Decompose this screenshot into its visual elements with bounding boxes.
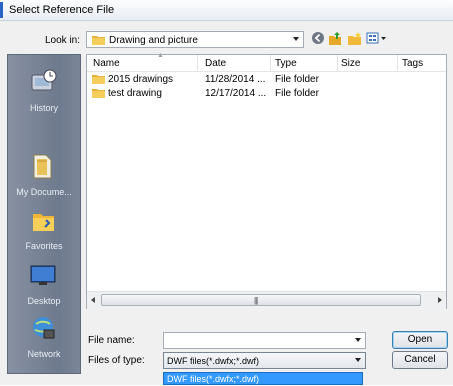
- cell-date: 11/28/2014 ...: [205, 74, 266, 85]
- filetype-value: DWF files(*.dwfx;*.dwf): [167, 356, 260, 366]
- folder-icon: [92, 73, 105, 87]
- back-icon[interactable]: [311, 31, 325, 49]
- views-menu-icon[interactable]: [366, 31, 388, 49]
- scrollbar-thumb[interactable]: |||: [101, 294, 421, 306]
- scroll-left-icon[interactable]: [91, 297, 95, 303]
- place-label: History: [29, 103, 58, 113]
- horizontal-scrollbar[interactable]: |||: [87, 291, 446, 309]
- list-header: Name ▲ Date Type Size Tags: [87, 52, 446, 72]
- cell-type: File folder: [275, 74, 319, 85]
- favorites-icon: [28, 205, 58, 237]
- place-label: Favorites: [25, 241, 63, 251]
- up-folder-icon[interactable]: [328, 31, 343, 49]
- col-date[interactable]: Date: [205, 58, 226, 69]
- filename-label: File name:: [88, 335, 135, 346]
- column-divider[interactable]: [337, 55, 338, 71]
- chevron-down-icon[interactable]: [293, 37, 299, 41]
- new-folder-icon[interactable]: [347, 31, 363, 49]
- col-size[interactable]: Size: [341, 58, 360, 69]
- col-tags[interactable]: Tags: [402, 58, 423, 69]
- desktop-icon: [28, 260, 58, 292]
- folder-icon: [92, 87, 105, 101]
- col-name[interactable]: Name: [93, 58, 120, 69]
- my-documents-icon: [28, 151, 58, 183]
- filetype-dropdown-option[interactable]: DWF files(*.dwfx;*.dwf): [163, 372, 363, 385]
- lookin-value: Drawing and picture: [109, 35, 198, 46]
- col-type[interactable]: Type: [275, 58, 297, 69]
- table-row[interactable]: test drawing 12/17/2014 ... File folder: [87, 86, 446, 101]
- filename-input[interactable]: [163, 332, 366, 349]
- filetype-label: Files of type:: [88, 355, 145, 366]
- file-list[interactable]: Name ▲ Date Type Size Tags 2015 drawings…: [86, 52, 447, 309]
- file-dialog: Look in: Drawing and picture History My: [0, 21, 453, 385]
- cell-name: 2015 drawings: [108, 74, 174, 85]
- cell-name: test drawing: [108, 88, 162, 99]
- cancel-button[interactable]: Cancel: [392, 351, 448, 369]
- folder-icon: [92, 34, 105, 48]
- places-bar: History My Docume... Favorites Desktop N…: [7, 54, 81, 374]
- open-button[interactable]: Open: [392, 331, 448, 349]
- cell-type: File folder: [275, 88, 319, 99]
- lookin-label: Look in:: [45, 35, 81, 46]
- window-title: Select Reference File: [9, 4, 115, 16]
- place-label: My Docume...: [16, 187, 72, 197]
- history-icon: [28, 67, 58, 99]
- table-row[interactable]: 2015 drawings 11/28/2014 ... File folder: [87, 72, 446, 87]
- grip-icon: |||: [254, 296, 258, 305]
- title-accent: [0, 2, 3, 18]
- place-label: Network: [27, 349, 61, 359]
- network-icon: [28, 313, 58, 345]
- lookin-combo[interactable]: Drawing and picture: [86, 31, 304, 48]
- filetype-select[interactable]: DWF files(*.dwfx;*.dwf): [163, 352, 366, 369]
- sort-ascending-icon: ▲: [157, 52, 164, 59]
- cell-date: 12/17/2014 ...: [205, 88, 267, 99]
- scroll-right-icon[interactable]: [438, 297, 442, 303]
- column-divider[interactable]: [197, 55, 198, 71]
- title-bar: Select Reference File: [0, 0, 453, 21]
- chevron-down-icon[interactable]: [355, 358, 361, 362]
- column-divider[interactable]: [397, 55, 398, 71]
- chevron-down-icon[interactable]: [355, 338, 361, 342]
- place-label: Desktop: [27, 296, 61, 306]
- column-divider[interactable]: [270, 55, 271, 71]
